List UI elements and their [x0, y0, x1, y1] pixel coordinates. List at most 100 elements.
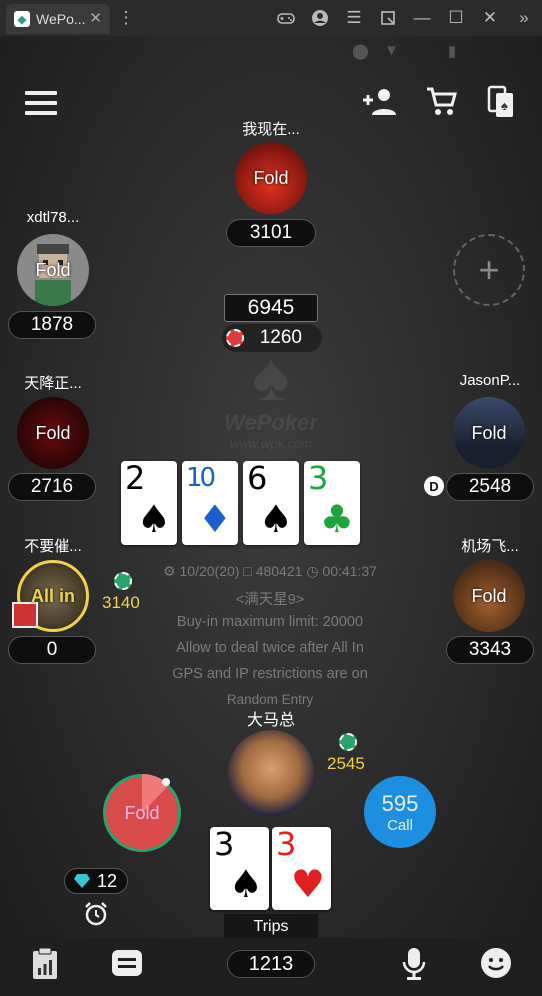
game-table: ⬤ ▼ ▮ ♠ ♠ WePoker www.wpk.com 我现在... Fol… — [0, 36, 542, 996]
table-name: <满天星9> — [235, 592, 305, 608]
board-card: 10 ♦ — [182, 461, 238, 545]
tab-close-button[interactable]: ✕ — [89, 9, 102, 27]
table-rule-gps: GPS and IP restrictions are on — [172, 666, 368, 682]
wifi-icon: ▼ — [384, 42, 399, 59]
player-left1-avatar[interactable]: Fold — [17, 234, 89, 306]
table-rule-buyin: Buy-in maximum limit: 20000 — [176, 614, 364, 630]
app-tab[interactable]: ◆ WePo... ✕ — [6, 4, 110, 34]
call-label: Call — [387, 816, 413, 834]
more-vert-icon[interactable]: ⋮ — [116, 8, 136, 28]
mic-icon[interactable] — [400, 946, 428, 982]
card-suit-icon: ♣ — [319, 497, 354, 541]
empty-seat-button[interactable]: + — [453, 234, 525, 306]
battery-icon: ▮ — [448, 43, 457, 60]
hero-card: 3 ♥ — [272, 827, 331, 910]
alarm-icon[interactable] — [82, 900, 110, 928]
table-rule-random: Random Entry — [226, 692, 314, 707]
gamepad-icon[interactable] — [276, 8, 296, 28]
player-left3-name: 不要催... — [24, 538, 82, 555]
hero-name: 大马总 — [246, 712, 295, 729]
svg-text:♠: ♠ — [501, 98, 508, 113]
board-card: 3 ♣ — [304, 461, 360, 545]
player-left2-chips: 2716 — [8, 473, 96, 501]
hamburger-icon[interactable]: ☰ — [344, 8, 364, 28]
cards-icon[interactable]: ♠ — [486, 84, 516, 120]
fold-button[interactable]: Fold — [103, 774, 181, 852]
player-left3-chips: 0 — [8, 636, 96, 664]
pin-icon[interactable] — [378, 8, 398, 28]
card-rank: 6 — [247, 459, 268, 497]
player-left3-status: All in — [31, 585, 75, 606]
card-suit-icon: ♥ — [290, 862, 325, 906]
timer-dot — [162, 778, 170, 786]
app-logo-icon: ◆ — [14, 11, 30, 27]
expand-icon[interactable]: » — [514, 8, 534, 28]
add-seat-icon: + — [478, 249, 500, 290]
hero-bet-chip-icon — [339, 733, 357, 751]
room-id-icon: □ — [243, 563, 252, 579]
player-left1-name: xdtl78... — [26, 209, 80, 226]
player-left3-bet: 3140 — [102, 593, 140, 612]
player-right2-status: Fold — [471, 585, 507, 606]
clock-small-icon: ◷ — [306, 563, 319, 579]
emoji-icon[interactable] — [479, 946, 513, 980]
player-right1-status: Fold — [471, 422, 507, 443]
dealer-button: D — [424, 476, 444, 496]
player-right1-avatar[interactable]: Fold — [453, 397, 525, 469]
card-suit-icon: ♠ — [228, 862, 263, 906]
add-friend-icon[interactable] — [362, 86, 398, 118]
maximize-icon[interactable]: ☐ — [446, 8, 466, 28]
hands-icon: ⚙ — [163, 563, 176, 579]
hero-card: 3 ♠ — [210, 827, 269, 910]
watermark-brand: WePoker — [224, 410, 318, 435]
player-left1-chips: 1878 — [8, 311, 96, 339]
table-info-row: ⚙ 10/20(20) □ 480421 ◷ 00:41:37 — [140, 563, 400, 580]
hero-bet: 2545 — [327, 754, 365, 773]
player-right1-chips: 2548 — [446, 473, 534, 501]
table-rule-deal-twice: Allow to deal twice after All In — [176, 640, 364, 656]
call-amount: 595 — [381, 790, 419, 816]
menu-icon[interactable] — [24, 88, 58, 118]
fold-label: Fold — [124, 802, 160, 823]
call-button[interactable]: 595 Call — [364, 776, 436, 848]
cart-icon[interactable] — [424, 84, 458, 118]
pot-total: 6945 — [224, 294, 318, 322]
player-top-status: Fold — [253, 167, 289, 188]
card-suit-icon: ♠ — [258, 497, 293, 541]
hero-avatar[interactable] — [228, 730, 314, 816]
tab-title: WePo... — [36, 11, 86, 27]
card-rank: 3 — [276, 825, 297, 863]
hand-strength-label: Trips — [224, 914, 318, 940]
pot-chip-icon — [226, 329, 244, 347]
wepoker-watermark: ♠ WePoker www.wpk.com — [210, 336, 332, 451]
minimize-icon[interactable]: — — [412, 8, 432, 28]
card-suit-icon: ♦ — [197, 497, 232, 541]
card-suit-icon: ♠ — [136, 497, 171, 541]
player-top-chips: 3101 — [226, 219, 316, 247]
chat-icon[interactable] — [110, 948, 144, 978]
location-icon: ⬤ — [352, 43, 369, 60]
player-left2-avatar[interactable]: Fold — [17, 397, 89, 469]
card-rank: 2 — [125, 459, 146, 497]
close-window-icon[interactable]: ✕ — [480, 8, 500, 28]
account-icon[interactable] — [310, 8, 330, 28]
stats-icon[interactable] — [30, 946, 60, 982]
window-titlebar: ◆ WePo... ✕ ⋮ ☰ — ☐ ✕ » — [0, 0, 542, 36]
player-top-name: 我现在... — [242, 121, 300, 138]
player-right2-avatar[interactable]: Fold — [453, 560, 525, 632]
card-rank: 3 — [214, 825, 235, 863]
player-right2-name: 机场飞... — [461, 538, 519, 555]
table-time: 00:41:37 — [322, 563, 377, 579]
board-card: 2 ♠ — [121, 461, 177, 545]
player-top-avatar[interactable]: Fold — [235, 142, 307, 214]
player-left2-name: 天降正... — [24, 375, 82, 392]
table-room-id: 480421 — [255, 563, 303, 579]
player-left2-status: Fold — [35, 422, 71, 443]
diamonds-count[interactable]: 12 — [64, 868, 128, 894]
table-hands: 10/20(20) — [179, 563, 240, 579]
player-left1-status: Fold — [35, 259, 71, 280]
card-rank: 10 — [186, 463, 216, 493]
board-card: 6 ♠ — [243, 461, 299, 545]
player-right1-name: JasonP... — [459, 372, 521, 389]
player-left3-bet-chip-icon — [114, 572, 132, 590]
